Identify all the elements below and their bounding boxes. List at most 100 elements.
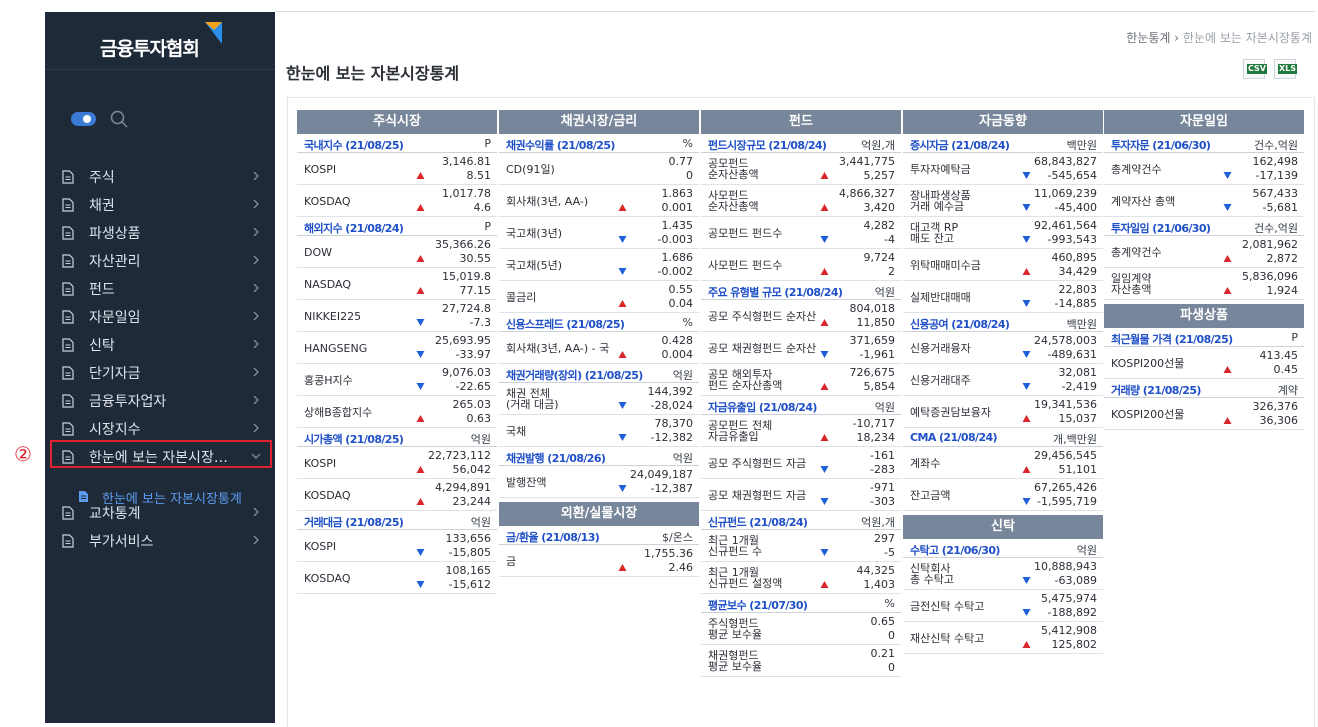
down-arrow-icon [618,268,627,275]
row-label: KOSPI [304,541,336,552]
data-row: 투자자예탁금 68,843,827 -545,654 [903,153,1103,185]
row-value: 5,836,096 [1242,270,1298,283]
sidebar-item[interactable]: 주식 [45,164,275,190]
up-arrow-icon [820,383,829,390]
sidebar-item[interactable]: 금융투자업자 [45,388,275,414]
row-value: 10,888,943 [1034,560,1097,573]
down-arrow-icon [1022,498,1031,505]
subsection-title[interactable]: 평균보수 (21/07/30) [708,597,808,613]
up-arrow-icon [416,498,425,505]
xls-download-button[interactable]: XLS [1274,59,1298,79]
row-label: 공모 주식형펀드 순자산 [708,311,816,322]
sidebar-item[interactable]: 자문일임 [45,304,275,330]
subsection-title[interactable]: 자금유출입 (21/08/24) [708,399,817,415]
down-arrow-icon [1022,609,1031,616]
subsection-title[interactable]: 거래량 (21/08/25) [1111,382,1201,398]
xls-icon: XLS [1278,64,1298,74]
row-label-line: 콜금리 [506,292,537,303]
sidebar-item[interactable]: 채권 [45,192,275,218]
unit-label: 건수,억원 [1254,139,1298,152]
row-value: 804,018 [849,302,896,315]
row-label-line: 실제반대매매 [910,292,971,303]
dashboard-column: 펀드 펀드시장규모 (21/08/24) 억원,개 공모펀드 순자산총액 3,441,77… [701,110,901,677]
row-value: 32,081 [1058,366,1098,379]
row-label: 장내파생상품 거래 예수금 [910,190,971,212]
dashboard-column: 채권시장/금리 채권수익률 (21/08/25)% CD(91일) 0.77 0 회사채(… [499,110,699,577]
sidebar-item[interactable]: 파생상품 [45,220,275,246]
subsection-title[interactable]: 신용스프레드 (21/08/25) [506,316,625,332]
up-arrow-icon [820,581,829,588]
subsection-title[interactable]: 수탁고 (21/06/30) [910,542,1000,558]
subsection-title[interactable]: 투자자문 (21/06/30) [1111,137,1211,153]
row-label: 최근 1개월 신규펀드 수 [708,535,762,557]
menu-toggle-switch[interactable] [71,112,96,126]
search-icon[interactable] [109,109,129,129]
dashboard-column: 자문일임 투자자문 (21/06/30) 건수,억원 총계약건수 162,498 -17,… [1104,110,1304,430]
subsection-title[interactable]: 신규펀드 (21/08/24) [708,514,808,530]
row-value: 1.863 [661,187,694,200]
row-change: 30.55 [459,252,492,265]
subsection-title[interactable]: 최근월물 가격 (21/08/25) [1111,331,1233,347]
chevron-right-icon [253,255,259,265]
row-label: HANGSENG [304,343,367,354]
subsection-title[interactable]: CMA (21/08/24) [910,431,998,444]
row-label: 국고채(3년) [506,228,562,239]
row-value: 371,659 [849,334,896,347]
row-label-line: 상해B종합지수 [304,407,373,418]
sidebar-item[interactable]: 시장지수 [45,416,275,442]
up-arrow-icon [416,172,425,179]
sidebar-item-label: 펀드 [89,282,115,298]
subsection-title[interactable]: 시가총액 (21/08/25) [304,431,404,447]
data-row: 재산신탁 수탁고 5,412,908 125,802 [903,622,1103,654]
row-label: 회사채(3년, AA-) [506,196,588,207]
sidebar-item[interactable]: 자산관리 [45,248,275,274]
csv-download-button[interactable]: CSV [1243,59,1267,79]
up-arrow-icon [1022,641,1031,648]
subsection-header: 채권수익률 (21/08/25)% [499,134,699,153]
subsection-title[interactable]: 국내지수 (21/08/25) [304,137,404,153]
data-row: CD(91일) 0.77 0 [499,153,699,185]
subsection-title[interactable]: 금/환율 (21/08/13) [506,529,600,545]
unit-label: P [484,137,491,150]
breadcrumb-home[interactable]: 한눈통계 [1126,31,1170,45]
unit-label: 억원 [1076,544,1097,557]
row-change: -12,382 [650,431,693,444]
logo[interactable]: 금융투자협회 [45,12,275,70]
sidebar-item[interactable]: 펀드 [45,276,275,302]
sidebar-subitem-overview[interactable]: 한눈에 보는 자본시장통계 [75,486,275,508]
subsection-title[interactable]: 채권발행 (21/08/26) [506,450,606,466]
subsection-title[interactable]: 증시자금 (21/08/24) [910,137,1010,153]
row-value: 0.77 [668,155,694,168]
row-change: 1,403 [863,578,896,591]
subsection-title[interactable]: 거래대금 (21/08/25) [304,514,404,530]
row-label: KOSPI [304,164,336,175]
sidebar-item[interactable]: 단기자금 [45,360,275,386]
subsection-title[interactable]: 채권거래량(장외) (21/08/25) [506,367,643,383]
row-label: 잔고금액 [910,490,950,501]
subsection-title[interactable]: 채권수익률 (21/08/25) [506,137,615,153]
unit-label: % [682,137,693,150]
data-row: KOSPI200선물 326,376 36,306 [1104,398,1304,430]
sidebar-item-label: 자문일임 [89,310,141,326]
row-value: 0.55 [668,283,694,296]
row-label-line: NASDAQ [304,279,352,290]
row-label: 금전신탁 수탁고 [910,601,984,612]
sidebar-item-label: 금융투자업자 [89,394,167,410]
subsection-title[interactable]: 신용공여 (21/08/24) [910,316,1010,332]
row-label-line: 위탁매매미수금 [910,260,981,271]
row-value: 68,843,827 [1034,155,1097,168]
row-change: -17,139 [1255,169,1298,182]
sidebar-item[interactable]: 신탁 [45,332,275,358]
row-value: 413.45 [1259,349,1299,362]
data-row: KOSPI 22,723,112 56,042 [297,447,497,479]
unit-label: P [1291,331,1298,344]
subsection-title[interactable]: 투자일임 (21/06/30) [1111,220,1211,236]
unit-label: 억원 [874,401,895,414]
subsection-title[interactable]: 해외지수 (21/08/24) [304,220,404,236]
unit-label: 억원,개 [861,139,895,152]
row-change: 36,306 [1259,414,1299,427]
subsection-title[interactable]: 펀드시장규모 (21/08/24) [708,137,827,153]
sidebar-item[interactable]: 부가서비스 [45,528,275,554]
unit-label: 억원 [470,516,491,529]
subsection-title[interactable]: 주요 유형별 규모 (21/08/24) [708,284,843,300]
